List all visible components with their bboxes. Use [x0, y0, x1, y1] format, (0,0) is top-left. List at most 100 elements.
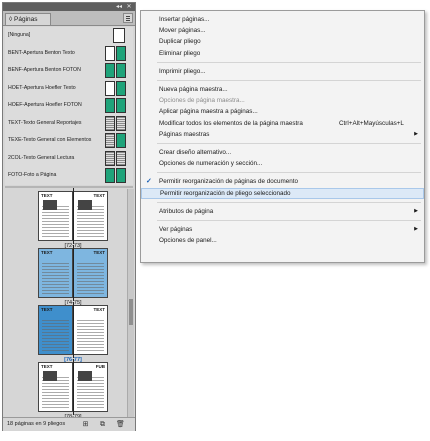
- master-thumbnail-page: [105, 80, 115, 96]
- page-thumbnail-left[interactable]: TEXT: [38, 305, 73, 355]
- spread-thumbnail[interactable]: TEXT TEXT: [38, 188, 108, 244]
- menu-item[interactable]: Eliminar pliego: [141, 48, 424, 59]
- menu-item[interactable]: Ver páginas ▶: [141, 224, 424, 235]
- master-page-item[interactable]: BENT-Apertura Benton Texto: [5, 45, 133, 62]
- menu-item-label: Duplicar pliego: [159, 38, 201, 46]
- delete-page-icon[interactable]: 🗑: [116, 420, 125, 429]
- menu-item-shortcut: Ctrl+Alt+Mayúsculas+L: [339, 119, 404, 127]
- spreads-scrollbar[interactable]: [127, 189, 134, 417]
- panel-title-bar: ◂◂ ✕: [3, 3, 135, 11]
- master-thumbnail-page: [105, 115, 115, 131]
- page-thumbnail-right[interactable]: TEXT: [73, 191, 108, 241]
- menu-item[interactable]: Mover páginas...: [141, 25, 424, 36]
- master-thumbnail: [105, 115, 127, 131]
- scrollbar-thumb[interactable]: [129, 299, 133, 325]
- menu-item[interactable]: Permitir reorganización de páginas de do…: [141, 176, 424, 187]
- page-thumbnail-left[interactable]: TEXT: [38, 248, 73, 298]
- page-size-icon[interactable]: ⊞: [81, 420, 90, 429]
- master-thumbnail-page: [116, 80, 126, 96]
- page-thumbnail-right[interactable]: TEXT: [73, 248, 108, 298]
- master-pages-list: [Ninguna] BENT-Apertura Benton Texto BENF-…: [5, 27, 133, 185]
- master-page-item[interactable]: 2COL-Texto General Lectura: [5, 150, 133, 167]
- tab-pages[interactable]: ◊ Páginas: [5, 13, 51, 25]
- page-master-tag: TEXT: [41, 364, 53, 369]
- submenu-arrow-icon: ▶: [414, 226, 418, 232]
- master-thumbnail-page: [116, 98, 126, 113]
- menu-item-label: Eliminar pliego: [159, 49, 201, 57]
- master-page-label: [Ninguna]: [8, 32, 31, 38]
- checkmark-icon: ✓: [146, 178, 152, 186]
- master-page-item[interactable]: TEXT-Texto General Reportajes: [5, 115, 133, 132]
- close-icon[interactable]: ✕: [125, 3, 133, 11]
- menu-separator: [157, 172, 421, 174]
- pages-panel: ◂◂ ✕ ◊ Páginas [Ninguna] BENT-Apertura Be…: [2, 2, 136, 431]
- spreads-list: TEXTTEXT[72-73]TEXTTEXT[74-75]TEXTTEXT[7…: [5, 188, 125, 420]
- menu-separator: [157, 61, 421, 63]
- master-thumbnail: [105, 80, 127, 96]
- menu-item-label: Modificar todos los elementos de la pági…: [159, 119, 303, 127]
- page-thumbnail-right[interactable]: FUB: [73, 362, 108, 412]
- spread-thumbnail[interactable]: TEXT FUB: [38, 359, 108, 415]
- menu-item-label: Opciones de numeración y sección...: [159, 160, 263, 168]
- spread-thumbnail[interactable]: TEXT TEXT: [38, 245, 108, 301]
- page-photo-preview: [78, 371, 92, 381]
- menu-item[interactable]: Permitir reorganización de pliego selecc…: [141, 187, 424, 199]
- menu-item[interactable]: Atributos de página ▶: [141, 206, 424, 217]
- new-page-icon[interactable]: ⧉: [98, 420, 107, 429]
- master-page-item[interactable]: TEXE-Texto General con Elementos: [5, 132, 133, 149]
- spread-spine: [73, 359, 74, 415]
- page-master-tag: TEXT: [93, 250, 105, 255]
- page-master-tag: TEXT: [41, 250, 53, 255]
- page-text-preview: [77, 263, 104, 294]
- menu-item[interactable]: Crear diseño alternativo...: [141, 147, 424, 158]
- master-thumbnail-page: [105, 133, 115, 148]
- master-thumbnail-page: [116, 45, 126, 61]
- master-page-item[interactable]: [Ninguna]: [5, 27, 133, 44]
- panel-flyout-menu: Insertar páginas... Mover páginas... Dupli…: [140, 10, 425, 263]
- menu-item-label: Imprimir pliego...: [159, 67, 206, 75]
- page-text-preview: [42, 263, 69, 294]
- master-page-item[interactable]: FOTO-Foto a Página: [5, 167, 133, 184]
- spread-thumbnail[interactable]: TEXT TEXT: [38, 302, 108, 358]
- panel-divider[interactable]: [5, 186, 133, 188]
- collapse-icon[interactable]: ◂◂: [115, 3, 123, 11]
- menu-item[interactable]: Nueva página maestra...: [141, 84, 424, 95]
- page-thumbnail-left[interactable]: TEXT: [38, 362, 73, 412]
- menu-item[interactable]: Imprimir pliego...: [141, 66, 424, 77]
- spread-spine: [73, 302, 74, 358]
- menu-item-label: Permitir reorganización de páginas de do…: [159, 178, 298, 186]
- menu-item[interactable]: Páginas maestras ▶: [141, 129, 424, 140]
- menu-item: Opciones de página maestra...: [141, 95, 424, 106]
- page-count-status: 18 páginas en 9 pliegos: [7, 421, 66, 427]
- master-page-label: FOTO-Foto a Página: [8, 172, 57, 178]
- page-text-preview: [42, 320, 69, 351]
- menu-item-label: Crear diseño alternativo...: [159, 149, 232, 156]
- menu-item[interactable]: Duplicar pliego: [141, 36, 424, 47]
- page-text-preview: [42, 206, 69, 237]
- menu-item[interactable]: Insertar páginas...: [141, 14, 424, 25]
- master-page-item[interactable]: BENF-Apertura Benton FOTON: [5, 62, 133, 79]
- master-thumbnail-page: [105, 45, 115, 61]
- master-thumbnail-page: [105, 168, 115, 183]
- master-thumbnail-page: [105, 98, 115, 113]
- master-page-label: HOEF-Apertura Hoefler FOTON: [8, 102, 82, 108]
- page-text-preview: [77, 206, 104, 237]
- menu-item-label: Permitir reorganización de pliego selecc…: [160, 189, 291, 197]
- master-page-label: 2COL-Texto General Lectura: [8, 154, 75, 161]
- master-page-item[interactable]: HOEF-Apertura Hoefler FOTON: [5, 97, 133, 114]
- menu-item[interactable]: Aplicar página maestra a páginas...: [141, 106, 424, 117]
- menu-item[interactable]: Opciones de numeración y sección...: [141, 158, 424, 169]
- master-thumbnail: [113, 28, 125, 43]
- page-master-tag: TEXT: [41, 307, 53, 312]
- menu-item[interactable]: Opciones de panel...: [141, 235, 424, 246]
- master-thumbnail: [105, 133, 127, 148]
- master-thumbnail: [105, 63, 127, 78]
- page-photo-preview: [43, 200, 57, 210]
- menu-item[interactable]: Modificar todos los elementos de la pági…: [141, 118, 424, 129]
- master-page-item[interactable]: HOET-Apertura Hoefler Texto: [5, 80, 133, 97]
- page-thumbnail-right[interactable]: TEXT: [73, 305, 108, 355]
- master-page-label: TEXT-Texto General Reportajes: [8, 119, 82, 126]
- panel-menu-button[interactable]: [123, 13, 133, 23]
- menu-item-label: Nueva página maestra...: [159, 86, 228, 93]
- page-thumbnail-left[interactable]: TEXT: [38, 191, 73, 241]
